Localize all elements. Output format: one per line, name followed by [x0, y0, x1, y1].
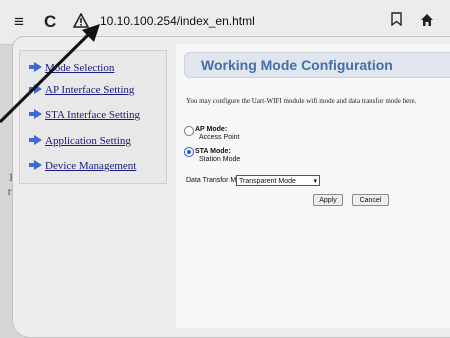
- sta-mode-sub: Station Mode: [199, 156, 241, 163]
- sidebar-item-mode-selection[interactable]: Mode Selection: [29, 62, 115, 74]
- description-text: You may configure the Uart-WIFI module w…: [186, 97, 417, 105]
- sidebar-item-label: Mode Selection: [45, 62, 115, 74]
- sidebar-item-label: STA Interface Setting: [45, 109, 141, 121]
- sidebar-item-label: Device Management: [45, 160, 137, 172]
- arrow-right-icon: [29, 160, 42, 170]
- ap-mode-label: AP Mode:: [195, 126, 228, 133]
- cancel-button[interactable]: Cancel: [352, 194, 389, 206]
- arrow-right-icon: [29, 135, 42, 145]
- menu-icon[interactable]: ≡: [14, 12, 24, 32]
- sidebar-item-device-management[interactable]: Device Management: [29, 160, 137, 172]
- sidebar: Mode Selection AP Interface Setting STA …: [19, 50, 167, 184]
- select-value: Transparent Mode: [239, 178, 296, 185]
- chevron-down-icon: ▾: [313, 178, 317, 185]
- ap-mode-radio[interactable]: [184, 126, 194, 136]
- warning-icon[interactable]: [72, 12, 90, 33]
- home-icon[interactable]: [420, 12, 434, 32]
- arrow-right-icon: [29, 109, 42, 119]
- address-bar[interactable]: 10.10.100.254/index_en.html: [100, 14, 255, 28]
- ap-mode-sub: Access Point: [199, 134, 240, 141]
- sidebar-item-label: Application Setting: [45, 135, 131, 147]
- reload-icon[interactable]: C: [44, 12, 56, 32]
- arrow-right-icon: [29, 84, 42, 94]
- sta-mode-radio[interactable]: [184, 147, 194, 157]
- arrow-right-icon: [29, 62, 42, 72]
- page-title: Working Mode Configuration: [201, 57, 393, 73]
- sta-mode-label: STA Mode:: [195, 148, 231, 155]
- apply-button[interactable]: Apply: [313, 194, 343, 206]
- more-icon[interactable]: ⋮: [443, 12, 450, 32]
- sidebar-item-ap-interface[interactable]: AP Interface Setting: [29, 84, 135, 96]
- sidebar-item-application[interactable]: Application Setting: [29, 135, 131, 147]
- sidebar-item-label: AP Interface Setting: [45, 84, 135, 96]
- bookmark-icon[interactable]: [391, 12, 402, 32]
- title-box: Working Mode Configuration: [184, 52, 450, 78]
- data-transfer-select[interactable]: Transparent Mode ▾: [236, 175, 320, 186]
- sidebar-item-sta-interface[interactable]: STA Interface Setting: [29, 109, 141, 121]
